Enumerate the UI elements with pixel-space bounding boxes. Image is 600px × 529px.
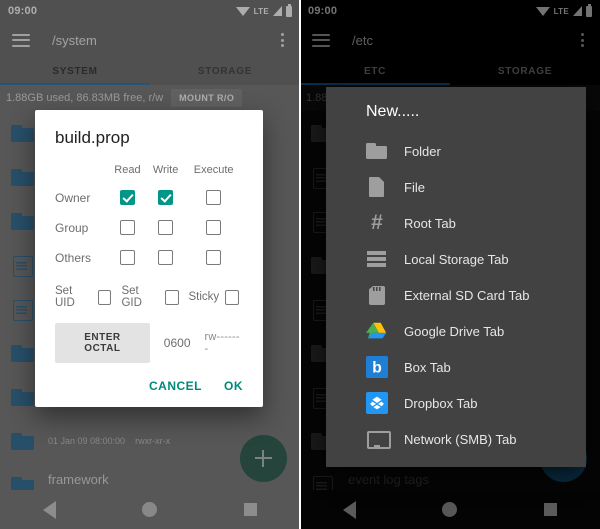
column-header-write: Write <box>152 164 179 176</box>
dual-screenshot-stage: 09:00 LTE /system SYSTEM STORAGE 1.88GB … <box>0 0 600 529</box>
dialog-title: build.prop <box>55 128 130 147</box>
menu-item-label: Root Tab <box>404 215 456 231</box>
menu-item-dropbox-tab[interactable]: Dropbox Tab <box>326 385 586 421</box>
column-header-execute: Execute <box>193 164 234 176</box>
permission-string: rw------- <box>204 331 240 355</box>
dialog-actions: CANCEL OK <box>55 379 243 397</box>
checkbox-others-execute[interactable] <box>206 250 222 266</box>
octal-row: ENTER OCTAL 0600 rw------- <box>55 323 243 363</box>
permissions-dialog: build.prop Read Write Execute Owner Grou… <box>35 110 263 407</box>
enter-octal-button[interactable]: ENTER OCTAL <box>55 323 150 363</box>
svg-text:b: b <box>372 360 382 377</box>
menu-item-file[interactable]: File <box>326 169 586 205</box>
row-label-owner: Owner <box>55 191 91 205</box>
menu-item-label: External SD Card Tab <box>404 287 530 303</box>
cell-group-execute <box>184 213 243 243</box>
menu-item-network-smb-tab[interactable]: Network (SMB) Tab <box>326 421 586 457</box>
row-label-group: Group <box>55 221 89 235</box>
cell-group-write <box>147 213 185 243</box>
menu-item-label: File <box>404 179 425 195</box>
sd-card-icon <box>366 284 388 306</box>
cell-owner-write <box>147 183 185 213</box>
right-phone-screen: 09:00 LTE /etc ETC STORAGE 1.88GB used, … <box>300 0 600 529</box>
checkbox-owner-read[interactable] <box>119 190 135 206</box>
checkbox-others-read[interactable] <box>119 250 135 266</box>
cell-group-read <box>108 213 147 243</box>
hash-icon: # <box>371 211 383 234</box>
table-row: Others <box>55 243 243 273</box>
menu-item-local-storage-tab[interactable]: Local Storage Tab <box>326 241 586 277</box>
table-row: Group <box>55 213 243 243</box>
checkbox-set-uid[interactable] <box>97 289 112 305</box>
label-set-gid: Set GID <box>121 285 142 309</box>
permissions-table: Read Write Execute Owner Group Others <box>55 164 243 273</box>
monitor-icon <box>366 428 391 450</box>
checkbox-sticky[interactable] <box>225 289 239 305</box>
header-blank <box>55 164 108 183</box>
menu-item-label: Local Storage Tab <box>404 251 509 267</box>
special-flags-row: Set UID Set GID Sticky <box>55 285 243 309</box>
cancel-button[interactable]: CANCEL <box>149 379 202 393</box>
octal-value: 0600 <box>163 336 191 350</box>
label-set-uid: Set UID <box>55 285 75 309</box>
table-header-row: Read Write Execute <box>55 164 243 183</box>
file-icon <box>366 176 388 198</box>
google-drive-icon <box>366 320 388 342</box>
new-menu: New..... Folder File # Root Tab Local St… <box>326 87 586 467</box>
folder-icon <box>366 140 388 162</box>
cell-others-read <box>108 243 147 273</box>
menu-item-box-tab[interactable]: b Box Tab <box>326 349 586 385</box>
label-sticky: Sticky <box>188 291 220 303</box>
cell-owner-execute <box>184 183 243 213</box>
panel-divider <box>299 0 301 529</box>
checkbox-owner-write[interactable] <box>158 190 174 206</box>
checkbox-others-write[interactable] <box>158 250 174 266</box>
cell-others-execute <box>184 243 243 273</box>
checkbox-group-execute[interactable] <box>206 220 222 236</box>
menu-item-external-sd-tab[interactable]: External SD Card Tab <box>326 277 586 313</box>
dropbox-icon <box>366 392 388 414</box>
cell-owner-read <box>108 183 147 213</box>
menu-item-label: Folder <box>404 143 441 159</box>
cell-others-write <box>147 243 185 273</box>
menu-item-google-drive-tab[interactable]: Google Drive Tab <box>326 313 586 349</box>
menu-item-label: Dropbox Tab <box>404 395 478 411</box>
menu-item-label: Google Drive Tab <box>404 323 505 339</box>
checkbox-group-write[interactable] <box>158 220 174 236</box>
menu-item-folder[interactable]: Folder <box>326 133 586 169</box>
table-row: Owner <box>55 183 243 213</box>
row-label-others: Others <box>55 251 92 265</box>
new-menu-title: New..... <box>366 103 420 120</box>
menu-item-root-tab[interactable]: # Root Tab <box>326 205 586 241</box>
menu-item-label: Box Tab <box>404 359 451 375</box>
checkbox-group-read[interactable] <box>119 220 135 236</box>
storage-icon <box>366 248 388 270</box>
menu-item-label: Network (SMB) Tab <box>404 431 517 447</box>
ok-button[interactable]: OK <box>224 379 243 393</box>
checkbox-set-gid[interactable] <box>164 289 179 305</box>
box-icon: b <box>366 356 388 378</box>
left-phone-screen: 09:00 LTE /system SYSTEM STORAGE 1.88GB … <box>0 0 300 529</box>
column-header-read: Read <box>114 164 141 176</box>
checkbox-owner-execute[interactable] <box>206 190 222 206</box>
